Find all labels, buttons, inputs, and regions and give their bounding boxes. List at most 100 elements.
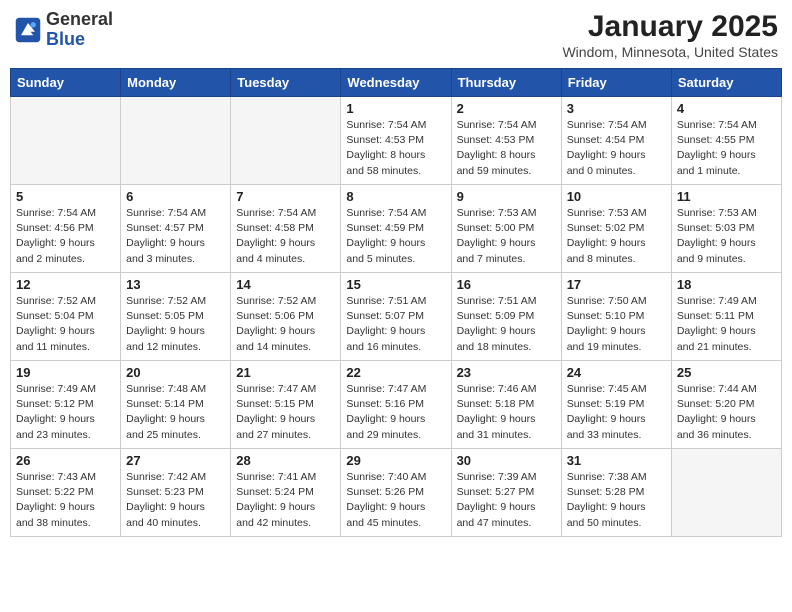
day-info: Sunrise: 7:49 AM Sunset: 5:11 PM Dayligh…: [677, 294, 776, 355]
logo-general: General: [46, 9, 113, 29]
calendar-cell: [671, 449, 781, 537]
calendar-cell: 6Sunrise: 7:54 AM Sunset: 4:57 PM Daylig…: [121, 185, 231, 273]
day-number: 2: [457, 101, 556, 116]
week-row-3: 12 Sunrise: 7:52 AM Sunset: 5:04 PM Dayli…: [11, 273, 782, 361]
day-number: 25: [677, 365, 776, 380]
week-row-5: 26 Sunrise: 7:43 AM Sunset: 5:22 PM Dayli…: [11, 449, 782, 537]
day-info: Sunrise: 7:51 AM Sunset: 5:07 PM Dayligh…: [346, 294, 445, 355]
day-number: 20: [126, 365, 225, 380]
day-info: Sunrise: 7:52 AM Sunset: 5:04 PM Dayligh…: [16, 294, 115, 355]
calendar-cell: 2 Sunrise: 7:54 AM Sunset: 4:53 PM Daylig…: [451, 97, 561, 185]
day-number: 18: [677, 277, 776, 292]
month-title: January 2025: [562, 10, 778, 44]
calendar-cell: 23 Sunrise: 7:46 AM Sunset: 5:18 PM Dayli…: [451, 361, 561, 449]
day-number: 27: [126, 453, 225, 468]
day-number: 7: [236, 189, 335, 204]
day-info: Sunrise: 7:47 AM Sunset: 5:15 PM Dayligh…: [236, 382, 335, 443]
day-info: Sunrise: 7:42 AM Sunset: 5:23 PM Dayligh…: [126, 470, 225, 531]
calendar-cell: 30 Sunrise: 7:39 AM Sunset: 5:27 PM Dayli…: [451, 449, 561, 537]
day-number: 4: [677, 101, 776, 116]
day-info: Sunrise: 7:40 AM Sunset: 5:26 PM Dayligh…: [346, 470, 445, 531]
calendar-cell: 19Sunrise: 7:49 AM Sunset: 5:12 PM Dayli…: [11, 361, 121, 449]
day-number: 11: [677, 189, 776, 204]
day-number: 10: [567, 189, 666, 204]
header-tuesday: Tuesday: [231, 69, 341, 97]
day-number: 5: [16, 189, 115, 204]
day-info: Sunrise: 7:54 AM Sunset: 4:56 PM Dayligh…: [16, 206, 115, 267]
day-info: Sunrise: 7:50 AM Sunset: 5:10 PM Dayligh…: [567, 294, 666, 355]
calendar-cell: 3 Sunrise: 7:54 AM Sunset: 4:54 PM Daylig…: [561, 97, 671, 185]
header-friday: Friday: [561, 69, 671, 97]
calendar-cell: 8Sunrise: 7:54 AM Sunset: 4:59 PM Daylig…: [341, 185, 451, 273]
calendar-cell: 15 Sunrise: 7:51 AM Sunset: 5:07 PM Dayli…: [341, 273, 451, 361]
day-number: 28: [236, 453, 335, 468]
day-info: Sunrise: 7:38 AM Sunset: 5:28 PM Dayligh…: [567, 470, 666, 531]
calendar-cell: 1Sunrise: 7:54 AM Sunset: 4:53 PM Daylig…: [341, 97, 451, 185]
logo-icon: [14, 16, 42, 44]
day-info: Sunrise: 7:54 AM Sunset: 4:55 PM Dayligh…: [677, 118, 776, 179]
day-number: 26: [16, 453, 115, 468]
calendar-cell: 14 Sunrise: 7:52 AM Sunset: 5:06 PM Dayli…: [231, 273, 341, 361]
day-info: Sunrise: 7:53 AM Sunset: 5:03 PM Dayligh…: [677, 206, 776, 267]
day-info: Sunrise: 7:54 AM Sunset: 4:53 PM Dayligh…: [457, 118, 556, 179]
header-thursday: Thursday: [451, 69, 561, 97]
calendar-cell: 10 Sunrise: 7:53 AM Sunset: 5:02 PM Dayli…: [561, 185, 671, 273]
day-info: Sunrise: 7:46 AM Sunset: 5:18 PM Dayligh…: [457, 382, 556, 443]
title-block: January 2025 Windom, Minnesota, United S…: [562, 10, 778, 60]
day-info: Sunrise: 7:53 AM Sunset: 5:00 PM Dayligh…: [457, 206, 556, 267]
day-info: Sunrise: 7:54 AM Sunset: 4:58 PM Dayligh…: [236, 206, 335, 267]
calendar-cell: 26 Sunrise: 7:43 AM Sunset: 5:22 PM Dayli…: [11, 449, 121, 537]
day-number: 17: [567, 277, 666, 292]
day-number: 22: [346, 365, 445, 380]
calendar-header-row: SundayMondayTuesdayWednesdayThursdayFrid…: [11, 69, 782, 97]
day-number: 15: [346, 277, 445, 292]
calendar-cell: 4 Sunrise: 7:54 AM Sunset: 4:55 PM Daylig…: [671, 97, 781, 185]
day-info: Sunrise: 7:48 AM Sunset: 5:14 PM Dayligh…: [126, 382, 225, 443]
calendar-cell: 31 Sunrise: 7:38 AM Sunset: 5:28 PM Dayli…: [561, 449, 671, 537]
logo: General Blue: [14, 10, 113, 50]
calendar-cell: 27 Sunrise: 7:42 AM Sunset: 5:23 PM Dayli…: [121, 449, 231, 537]
day-info: Sunrise: 7:41 AM Sunset: 5:24 PM Dayligh…: [236, 470, 335, 531]
day-info: Sunrise: 7:45 AM Sunset: 5:19 PM Dayligh…: [567, 382, 666, 443]
calendar-cell: [11, 97, 121, 185]
page-header: General Blue January 2025 Windom, Minnes…: [10, 10, 782, 60]
calendar-cell: 9 Sunrise: 7:53 AM Sunset: 5:00 PM Daylig…: [451, 185, 561, 273]
day-number: 24: [567, 365, 666, 380]
calendar-cell: 12 Sunrise: 7:52 AM Sunset: 5:04 PM Dayli…: [11, 273, 121, 361]
header-wednesday: Wednesday: [341, 69, 451, 97]
day-number: 31: [567, 453, 666, 468]
calendar-cell: 24 Sunrise: 7:45 AM Sunset: 5:19 PM Dayli…: [561, 361, 671, 449]
header-sunday: Sunday: [11, 69, 121, 97]
calendar-cell: [231, 97, 341, 185]
day-info: Sunrise: 7:47 AM Sunset: 5:16 PM Dayligh…: [346, 382, 445, 443]
day-number: 9: [457, 189, 556, 204]
calendar-cell: 28 Sunrise: 7:41 AM Sunset: 5:24 PM Dayli…: [231, 449, 341, 537]
day-info: Sunrise: 7:39 AM Sunset: 5:27 PM Dayligh…: [457, 470, 556, 531]
day-info: Sunrise: 7:49 AM Sunset: 5:12 PM Dayligh…: [16, 382, 115, 443]
day-number: 12: [16, 277, 115, 292]
calendar-cell: 22 Sunrise: 7:47 AM Sunset: 5:16 PM Dayli…: [341, 361, 451, 449]
day-info: Sunrise: 7:43 AM Sunset: 5:22 PM Dayligh…: [16, 470, 115, 531]
calendar-cell: 20 Sunrise: 7:48 AM Sunset: 5:14 PM Dayli…: [121, 361, 231, 449]
day-info: Sunrise: 7:52 AM Sunset: 5:05 PM Dayligh…: [126, 294, 225, 355]
day-info: Sunrise: 7:53 AM Sunset: 5:02 PM Dayligh…: [567, 206, 666, 267]
day-number: 6: [126, 189, 225, 204]
day-info: Sunrise: 7:54 AM Sunset: 4:59 PM Dayligh…: [346, 206, 445, 267]
day-number: 23: [457, 365, 556, 380]
week-row-1: 1 Sunrise: 7:54 AM Sunset: 4:53 PM Daylig…: [11, 97, 782, 185]
calendar-cell: 5 Sunrise: 7:54 AM Sunset: 4:56 PM Daylig…: [11, 185, 121, 273]
calendar-cell: 11 Sunrise: 7:53 AM Sunset: 5:03 PM Dayli…: [671, 185, 781, 273]
calendar-cell: 25Sunrise: 7:44 AM Sunset: 5:20 PM Dayli…: [671, 361, 781, 449]
day-info: Sunrise: 7:51 AM Sunset: 5:09 PM Dayligh…: [457, 294, 556, 355]
day-number: 1: [346, 101, 445, 116]
day-info: Sunrise: 7:54 AM Sunset: 4:54 PM Dayligh…: [567, 118, 666, 179]
day-info: Sunrise: 7:52 AM Sunset: 5:06 PM Dayligh…: [236, 294, 335, 355]
day-number: 14: [236, 277, 335, 292]
header-saturday: Saturday: [671, 69, 781, 97]
day-number: 3: [567, 101, 666, 116]
day-number: 30: [457, 453, 556, 468]
calendar-cell: 17 Sunrise: 7:50 AM Sunset: 5:10 PM Dayli…: [561, 273, 671, 361]
logo-blue: Blue: [46, 29, 85, 49]
calendar-table: SundayMondayTuesdayWednesdayThursdayFrid…: [10, 68, 782, 537]
logo-text: General Blue: [46, 10, 113, 50]
